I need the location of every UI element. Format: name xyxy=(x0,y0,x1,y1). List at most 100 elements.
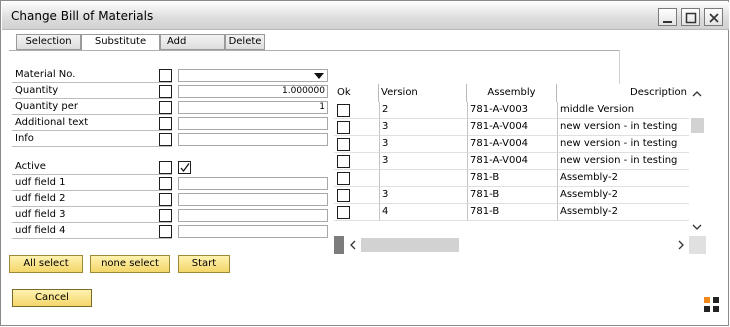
row-ok-checkbox[interactable] xyxy=(337,138,350,151)
scroll-corner-left xyxy=(334,236,344,254)
cancel-button[interactable]: Cancel xyxy=(12,289,92,307)
udf-field-3-label: udf field 3 xyxy=(15,209,66,220)
tab-selection[interactable]: Selection xyxy=(16,34,81,50)
active-checkbox[interactable] xyxy=(178,161,191,174)
row-assembly: 781-A-V004 xyxy=(467,136,557,153)
horizontal-scroll-thumb[interactable] xyxy=(361,238,459,252)
quantity-label: Quantity xyxy=(15,85,59,96)
table-row[interactable]: 781-B Assembly-2 xyxy=(334,170,689,187)
column-header-version[interactable]: Version xyxy=(379,84,467,102)
row-ok-checkbox[interactable] xyxy=(337,121,350,134)
chevron-down-icon xyxy=(314,73,324,79)
column-header-ok[interactable]: Ok xyxy=(334,84,379,102)
udf-field-2-input[interactable] xyxy=(178,193,328,206)
tab-delete[interactable]: Delete xyxy=(225,34,265,50)
tab-add[interactable]: Add xyxy=(160,34,225,50)
row-ok-checkbox[interactable] xyxy=(337,104,350,117)
vertical-scroll-thumb[interactable] xyxy=(691,118,704,133)
row-assembly: 781-B xyxy=(467,204,557,221)
udf-field-3-input[interactable] xyxy=(178,209,328,222)
udf-field-3-checkbox[interactable] xyxy=(159,209,172,222)
active-label: Active xyxy=(15,161,46,172)
maximize-icon xyxy=(685,12,697,24)
udf-field-2-label: udf field 2 xyxy=(15,193,66,204)
row-ok-checkbox[interactable] xyxy=(337,206,350,219)
none-select-button[interactable]: none select xyxy=(90,255,170,273)
udf-field-4-input[interactable] xyxy=(178,225,328,238)
window-title: Change Bill of Materials xyxy=(11,9,154,23)
row-version: 3 xyxy=(379,187,467,204)
label-underline xyxy=(12,146,172,147)
table-row[interactable]: 4 781-B Assembly-2 xyxy=(334,204,689,221)
close-icon xyxy=(709,13,719,23)
vertical-scrollbar[interactable] xyxy=(689,84,706,236)
table-row[interactable]: 3 781-A-V004 new version - in testing xyxy=(334,119,689,136)
column-header-assembly[interactable]: Assembly xyxy=(467,84,557,102)
row-ok-checkbox[interactable] xyxy=(337,155,350,168)
quantity-per-checkbox[interactable] xyxy=(159,101,172,114)
chevron-down-icon[interactable] xyxy=(692,224,702,230)
udf-field-1-checkbox[interactable] xyxy=(159,177,172,190)
row-assembly: 781-B xyxy=(467,170,557,187)
row-ok-checkbox[interactable] xyxy=(337,189,350,202)
additional-text-field[interactable] xyxy=(178,117,328,130)
title-bar[interactable]: Change Bill of Materials xyxy=(2,2,729,30)
udf-field-1-input[interactable] xyxy=(178,177,328,190)
label-underline xyxy=(12,114,172,115)
active-enable-checkbox[interactable] xyxy=(159,161,172,174)
row-version xyxy=(379,170,467,187)
material-no-checkbox[interactable] xyxy=(159,69,172,82)
assembly-grid: Ok Version Assembly Description 2 781-A-V… xyxy=(334,84,706,254)
row-assembly: 781-B xyxy=(467,187,557,204)
udf-field-1-label: udf field 1 xyxy=(15,177,66,188)
additional-text-label: Additional text xyxy=(15,117,89,128)
tab-substitute[interactable]: Substitute xyxy=(81,34,160,51)
chevron-right-icon[interactable] xyxy=(678,240,684,250)
quantity-field[interactable]: 1.000000 xyxy=(178,85,328,98)
start-button[interactable]: Start xyxy=(178,255,230,273)
row-assembly: 781-A-V004 xyxy=(467,153,557,170)
chevron-up-icon[interactable] xyxy=(692,91,702,97)
minimize-button[interactable] xyxy=(658,8,677,26)
label-underline xyxy=(12,222,172,223)
label-underline xyxy=(12,130,172,131)
label-underline xyxy=(12,98,172,99)
info-field[interactable] xyxy=(178,133,328,146)
material-no-label: Material No. xyxy=(15,69,76,80)
dialog-window: Change Bill of Materials Selection Subst… xyxy=(0,0,729,326)
row-description: new version - in testing xyxy=(557,136,689,153)
column-header-description[interactable]: Description xyxy=(557,84,689,102)
row-assembly: 781-A-V003 xyxy=(467,102,557,119)
resize-grip-icon[interactable] xyxy=(704,297,720,313)
row-version: 4 xyxy=(379,204,467,221)
table-row[interactable]: 3 781-A-V004 new version - in testing xyxy=(334,153,689,170)
row-description: Assembly-2 xyxy=(557,170,689,187)
checkmark-icon xyxy=(180,163,190,173)
close-button[interactable] xyxy=(704,8,723,26)
chevron-left-icon[interactable] xyxy=(350,240,356,250)
info-checkbox[interactable] xyxy=(159,133,172,146)
table-row[interactable]: 3 781-A-V004 new version - in testing xyxy=(334,136,689,153)
row-assembly: 781-A-V004 xyxy=(467,119,557,136)
maximize-button[interactable] xyxy=(681,8,700,26)
table-row[interactable]: 2 781-A-V003 middle Version xyxy=(334,102,689,119)
udf-field-2-checkbox[interactable] xyxy=(159,193,172,206)
udf-field-4-label: udf field 4 xyxy=(15,225,66,236)
all-select-button[interactable]: All select xyxy=(9,255,83,273)
row-version: 3 xyxy=(379,119,467,136)
additional-text-checkbox[interactable] xyxy=(159,117,172,130)
row-ok-checkbox[interactable] xyxy=(337,172,350,185)
info-label: Info xyxy=(15,133,34,144)
label-underline xyxy=(12,174,172,175)
quantity-per-field[interactable]: 1 xyxy=(178,101,328,114)
row-description: Assembly-2 xyxy=(557,204,689,221)
material-no-select[interactable] xyxy=(178,69,328,82)
label-underline xyxy=(12,206,172,207)
label-underline xyxy=(12,190,172,191)
table-row[interactable]: 3 781-B Assembly-2 xyxy=(334,187,689,204)
row-description: middle Version xyxy=(557,102,689,119)
udf-field-4-checkbox[interactable] xyxy=(159,225,172,238)
quantity-checkbox[interactable] xyxy=(159,85,172,98)
horizontal-scrollbar[interactable] xyxy=(334,236,706,254)
row-description: new version - in testing xyxy=(557,153,689,170)
